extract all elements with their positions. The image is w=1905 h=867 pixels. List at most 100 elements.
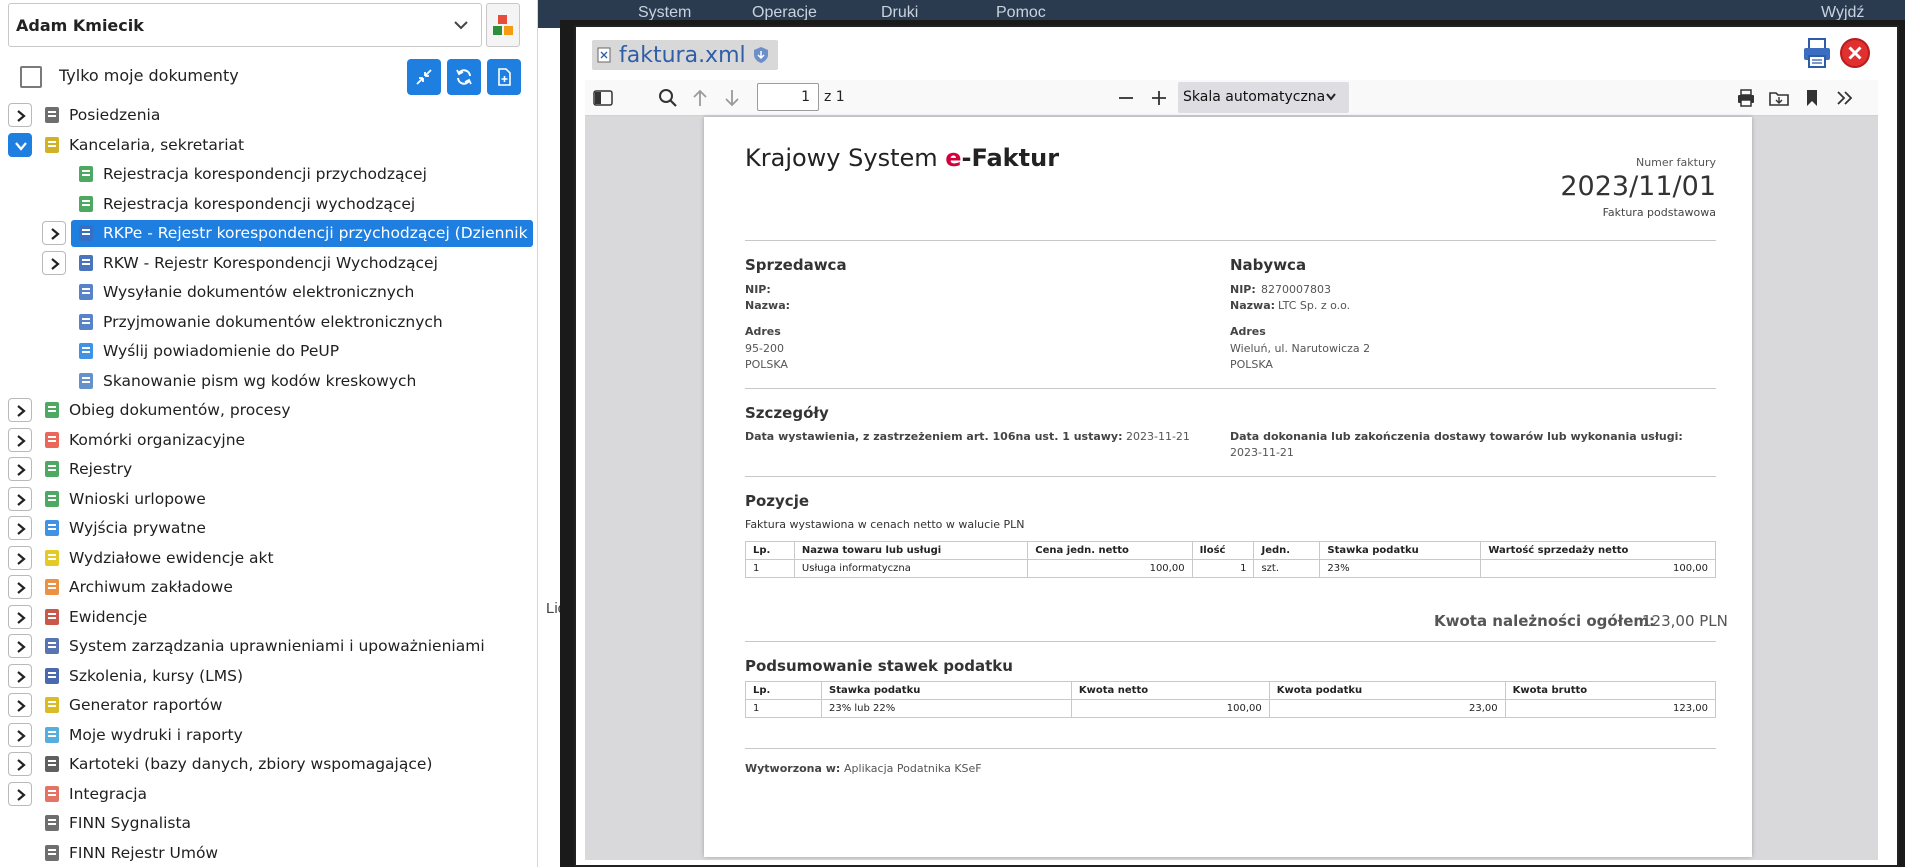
tree-item[interactable]: RKW - Rejestr Korespondencji Wychodzącej — [0, 250, 538, 277]
refresh-button[interactable] — [447, 59, 481, 95]
table-header-row: Lp. Stawka podatku Kwota netto Kwota podatk… — [745, 681, 1717, 700]
only-mine-checkbox[interactable] — [20, 66, 42, 88]
expand-toggle[interactable] — [8, 781, 32, 806]
invoice-type: Faktura podstawowa — [1602, 206, 1716, 219]
expand-toggle[interactable] — [42, 250, 66, 275]
expand-toggle[interactable] — [8, 457, 32, 481]
table-cell: 100,00 — [1480, 559, 1716, 578]
divider — [745, 641, 1716, 642]
expand-toggle[interactable] — [8, 516, 32, 540]
search-icon[interactable] — [657, 87, 679, 109]
seller-address-line: 95-200 — [745, 342, 784, 355]
tree-item[interactable]: Moje wydruki i raporty — [0, 722, 538, 749]
previous-page-icon[interactable] — [689, 87, 711, 109]
tree-item[interactable]: Wyślij powiadomienie do PeUP — [0, 338, 538, 365]
tree-item[interactable]: Wnioski urlopowe — [0, 486, 538, 513]
chevron-right-icon — [17, 611, 26, 624]
brand-prefix: Krajowy System — [745, 144, 946, 172]
org-structure-button[interactable] — [486, 3, 520, 47]
column-header: Jedn. — [1253, 541, 1321, 560]
summary-title: Podsumowanie stawek podatku — [745, 657, 1013, 675]
collapse-toggle[interactable] — [8, 132, 32, 157]
records-book-icon — [42, 607, 62, 627]
tree-item-label: FINN Sygnalista — [69, 814, 192, 832]
save-folder-icon[interactable] — [1768, 87, 1790, 109]
user-select[interactable]: Adam Kmiecik — [8, 3, 482, 47]
zoom-in-icon[interactable] — [1148, 87, 1170, 109]
positions-title: Pozycje — [745, 492, 810, 510]
generated-label: Wytworzona w: — [745, 762, 841, 775]
table-cell: 100,00 — [1027, 559, 1193, 578]
tree-item[interactable]: Komórki organizacyjne — [0, 427, 538, 454]
expand-toggle[interactable] — [8, 103, 32, 127]
table-header-row: Lp. Nazwa towaru lub usługi Cena jedn. net… — [745, 541, 1716, 560]
tree-item-label: FINN Rejestr Umów — [69, 843, 219, 862]
bookmark-icon[interactable] — [1801, 87, 1823, 109]
tree-item[interactable]: Szkolenia, kursy (LMS) — [0, 663, 538, 690]
next-page-icon[interactable] — [721, 87, 743, 109]
zoom-out-icon[interactable] — [1115, 87, 1137, 109]
expand-toggle[interactable] — [8, 398, 32, 422]
tree-item[interactable]: Kartoteki (bazy danych, zbiory wspomagaj… — [0, 751, 538, 778]
expand-toggle[interactable] — [8, 545, 32, 570]
tree-item[interactable]: System zarządzania uprawnieniami i upowa… — [0, 633, 538, 660]
more-tools-icon[interactable] — [1834, 87, 1856, 109]
collapse-arrows-icon — [416, 69, 432, 85]
tree-item[interactable]: Archiwum zakładowe — [0, 574, 538, 601]
chevron-right-icon — [17, 641, 26, 653]
tree-item[interactable]: Rejestry — [0, 456, 538, 483]
expand-toggle[interactable] — [8, 634, 32, 658]
tree-item[interactable]: Wyjścia prywatne — [0, 515, 538, 542]
table-cell: 1 — [745, 559, 795, 578]
tree-item[interactable]: Integracja — [0, 781, 538, 808]
tree-item[interactable]: Kancelaria, sekretariat — [0, 132, 538, 159]
download-shield-icon[interactable] — [752, 46, 770, 64]
brand-suffix: -Faktur — [961, 144, 1060, 172]
pdf-print-icon[interactable] — [1735, 87, 1757, 109]
table-cell: 123,00 — [1504, 699, 1717, 718]
tree-item[interactable]: FINN Sygnalista — [0, 810, 538, 837]
tree-item-label: Wyjścia prywatne — [69, 519, 206, 537]
chevron-right-icon — [51, 257, 60, 270]
column-header: Lp. — [745, 541, 795, 560]
tree-item[interactable]: Przyjmowanie dokumentów elektronicznych — [0, 309, 538, 336]
new-document-icon — [498, 68, 511, 86]
print-document-button[interactable] — [1802, 37, 1832, 69]
expand-toggle[interactable] — [8, 427, 32, 452]
tree-item[interactable]: Posiedzenia — [0, 102, 538, 129]
tree-item[interactable]: FINN Rejestr Umów — [0, 840, 538, 867]
column-header: Wartość sprzedaży netto — [1480, 541, 1716, 560]
tree-item[interactable]: RKPe - Rejestr korespondencji przychodzą… — [0, 220, 538, 247]
invoice-number: 2023/11/01 — [1560, 171, 1716, 202]
expand-toggle[interactable] — [8, 604, 32, 629]
expand-toggle[interactable] — [42, 221, 66, 245]
sidebar-toggle-icon[interactable] — [592, 87, 614, 109]
tree-item[interactable]: Obieg dokumentów, procesy — [0, 397, 538, 424]
tree-item[interactable]: Generator raportów — [0, 692, 538, 719]
column-header: Stawka podatku — [821, 681, 1072, 700]
expand-toggle[interactable] — [8, 663, 32, 688]
table-cell: 100,00 — [1070, 699, 1270, 718]
tree-item[interactable]: Rejestracja korespondencji wychodzącej — [0, 191, 538, 218]
page-number-input[interactable]: 1 — [757, 83, 819, 111]
collapse-all-button[interactable] — [407, 59, 441, 95]
tree-item[interactable]: Wydziałowe ewidencje akt — [0, 545, 538, 572]
divider — [745, 240, 1716, 241]
expand-toggle[interactable] — [8, 722, 32, 747]
column-header: Ilość — [1191, 541, 1255, 560]
tree-item-label: Wydziałowe ewidencje akt — [69, 548, 274, 567]
megaphone-icon — [42, 813, 62, 833]
expand-toggle[interactable] — [8, 486, 32, 511]
tree-item[interactable]: Rejestracja korespondencji przychodzącej — [0, 161, 538, 188]
expand-toggle[interactable] — [8, 752, 32, 776]
chevron-down-icon — [1326, 93, 1336, 101]
tree-item[interactable]: Wysyłanie dokumentów elektronicznych — [0, 279, 538, 306]
tree-item-label: Wysyłanie dokumentów elektronicznych — [103, 283, 415, 301]
expand-toggle[interactable] — [8, 575, 32, 599]
tree-item[interactable]: Ewidencje — [0, 604, 538, 631]
new-document-button[interactable] — [487, 59, 521, 95]
close-modal-button[interactable] — [1840, 38, 1870, 68]
tree-item[interactable]: Skanowanie pism wg kodów kreskowych — [0, 368, 538, 395]
zoom-select[interactable]: Skala automatyczna — [1178, 82, 1349, 113]
expand-toggle[interactable] — [8, 693, 32, 717]
